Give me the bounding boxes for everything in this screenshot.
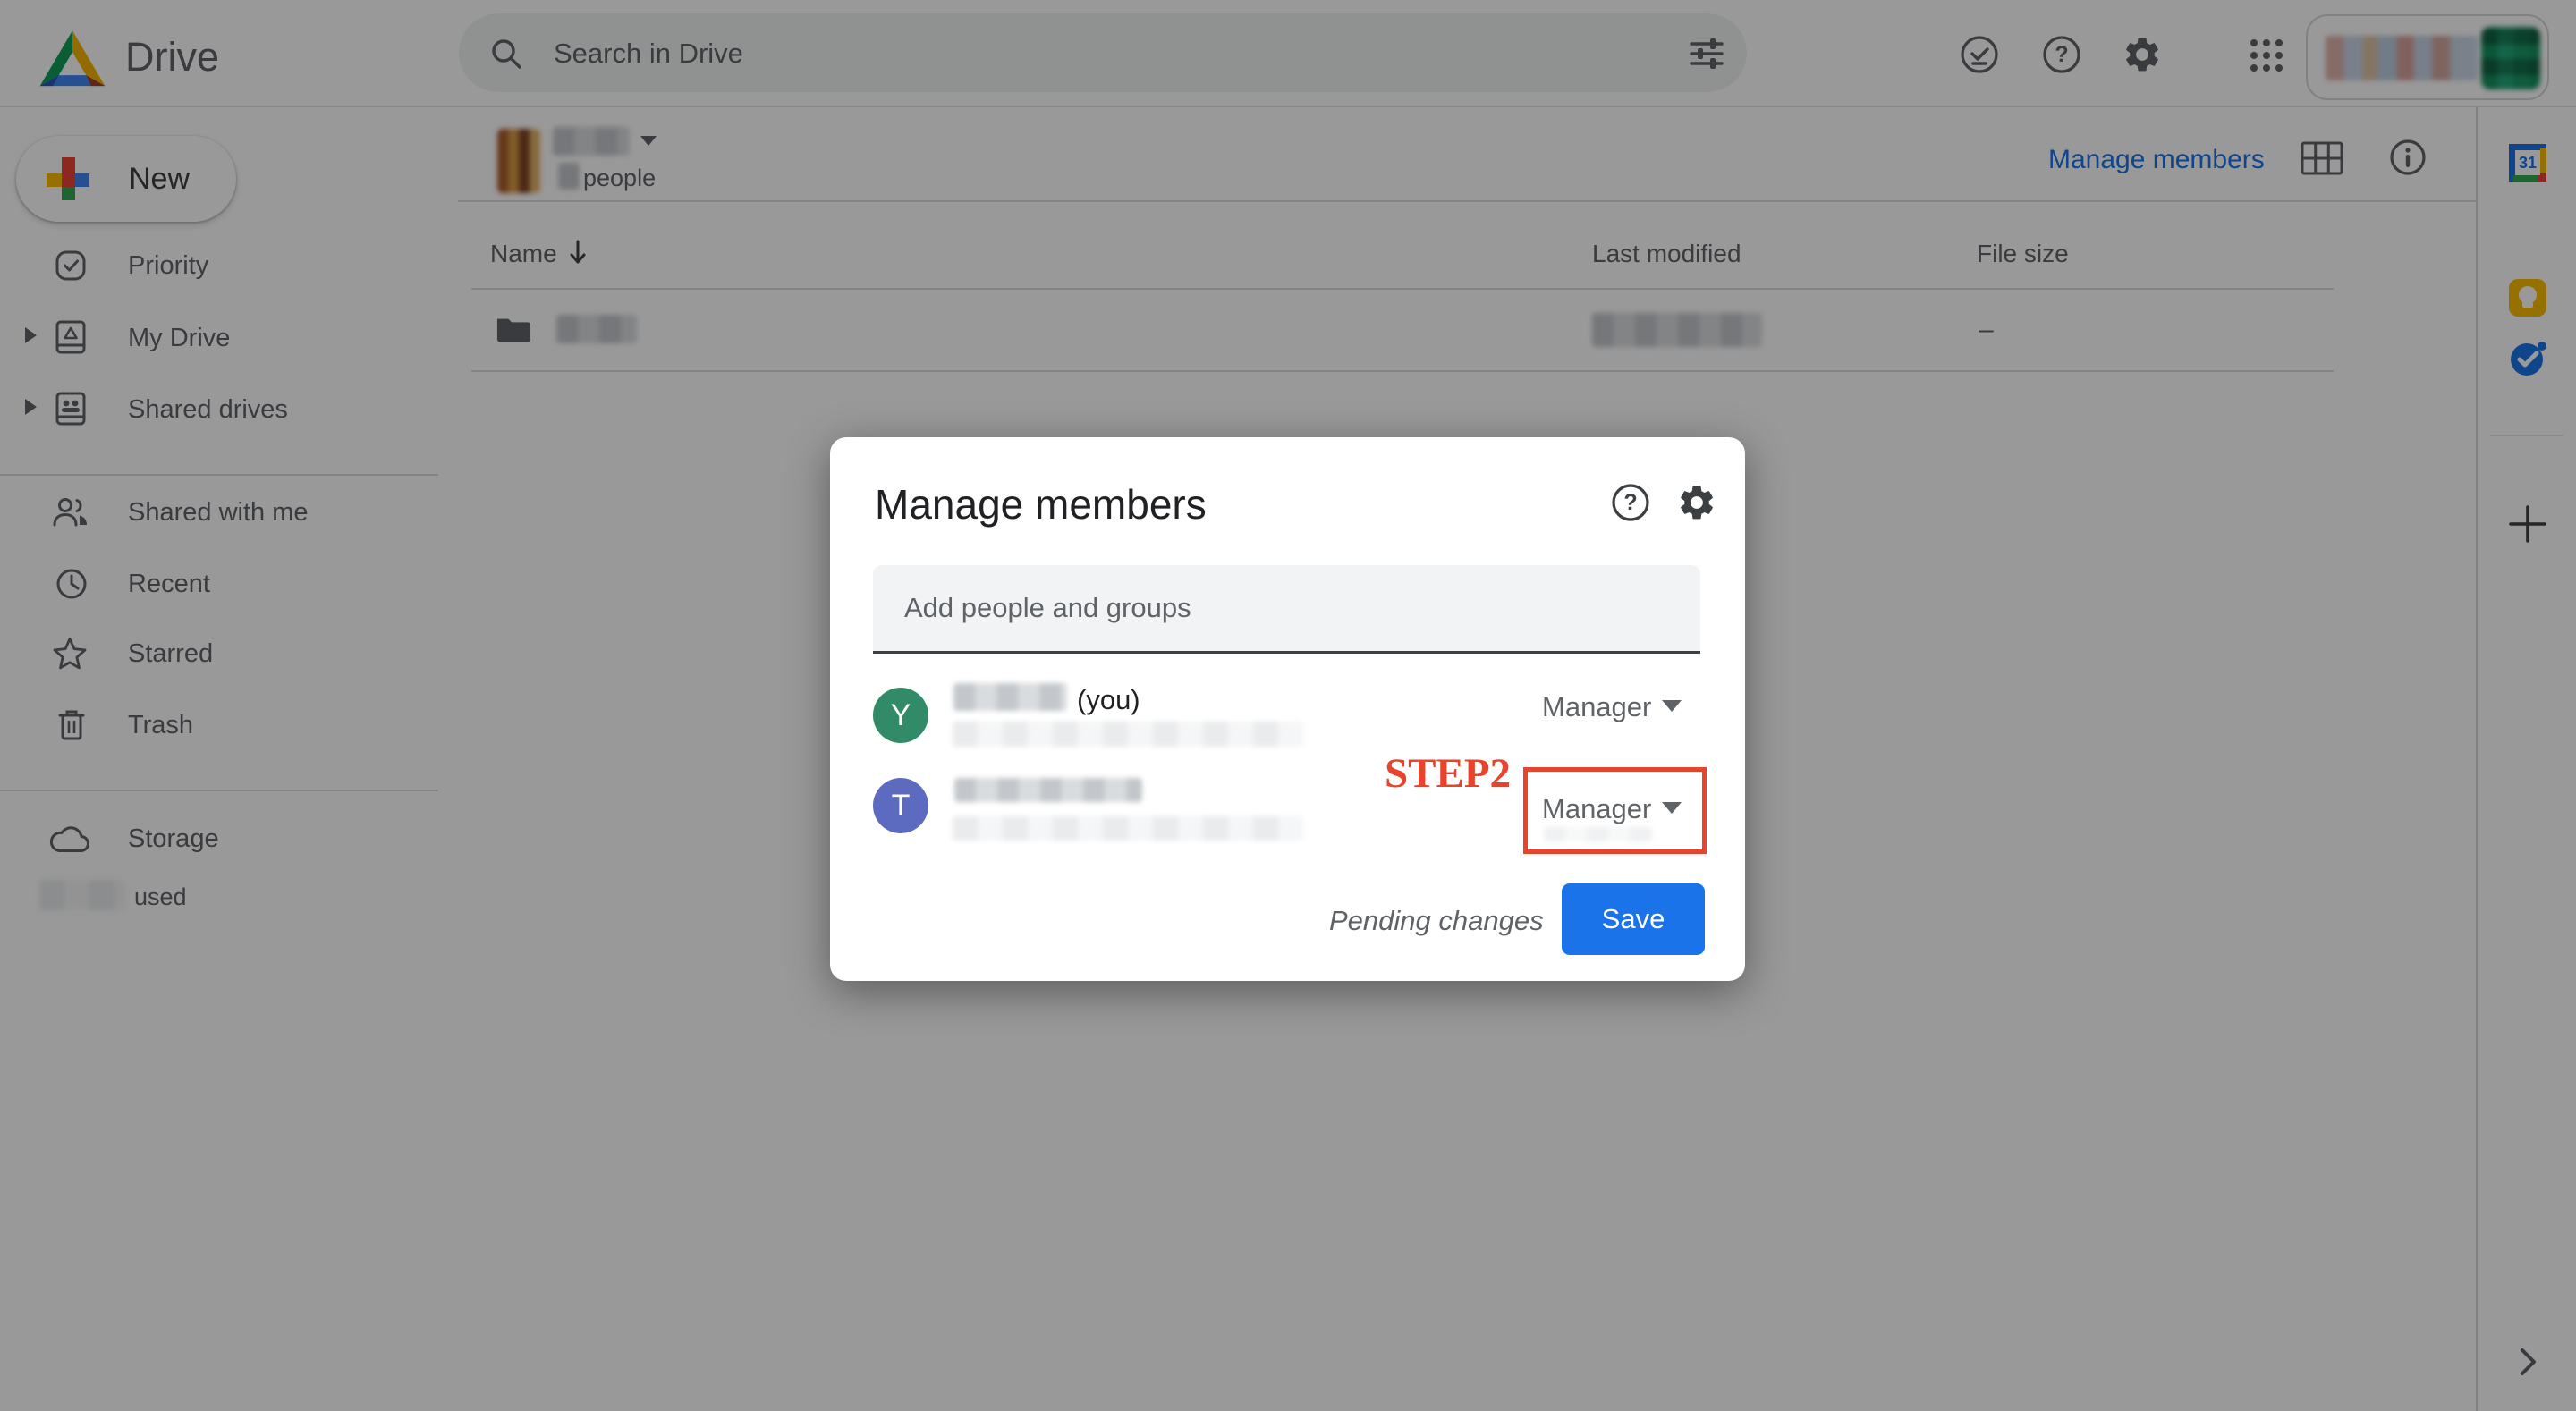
member-email-blur	[953, 816, 1303, 841]
annotation-inner-blur	[1544, 827, 1653, 841]
member-role-dropdown[interactable]: Manager	[1542, 691, 1643, 723]
help-icon[interactable]: ?	[1610, 482, 1651, 523]
member-you-suffix: (you)	[1077, 684, 1140, 716]
save-button[interactable]: Save	[1562, 883, 1705, 955]
svg-text:?: ?	[1623, 490, 1637, 515]
settings-gear-icon[interactable]	[1676, 482, 1717, 523]
step2-annotation-box	[1523, 767, 1707, 854]
member-avatar: T	[873, 778, 928, 833]
member-row: Y (you) Manager	[830, 679, 1745, 759]
pending-changes-label: Pending changes	[1329, 905, 1544, 937]
member-avatar: Y	[873, 688, 928, 743]
member-name-blur	[954, 778, 1142, 802]
role-dropdown-arrow-icon[interactable]	[1662, 700, 1682, 712]
save-button-label: Save	[1602, 903, 1665, 935]
avatar-initial: Y	[891, 698, 911, 733]
avatar-initial: T	[892, 789, 911, 824]
add-people-field[interactable]	[873, 565, 1700, 654]
add-people-input[interactable]	[902, 565, 1675, 650]
member-email-blur	[953, 722, 1303, 747]
member-name-blur	[953, 683, 1067, 711]
step2-annotation-label: STEP2	[1385, 749, 1511, 798]
dialog-title: Manage members	[875, 480, 1207, 528]
